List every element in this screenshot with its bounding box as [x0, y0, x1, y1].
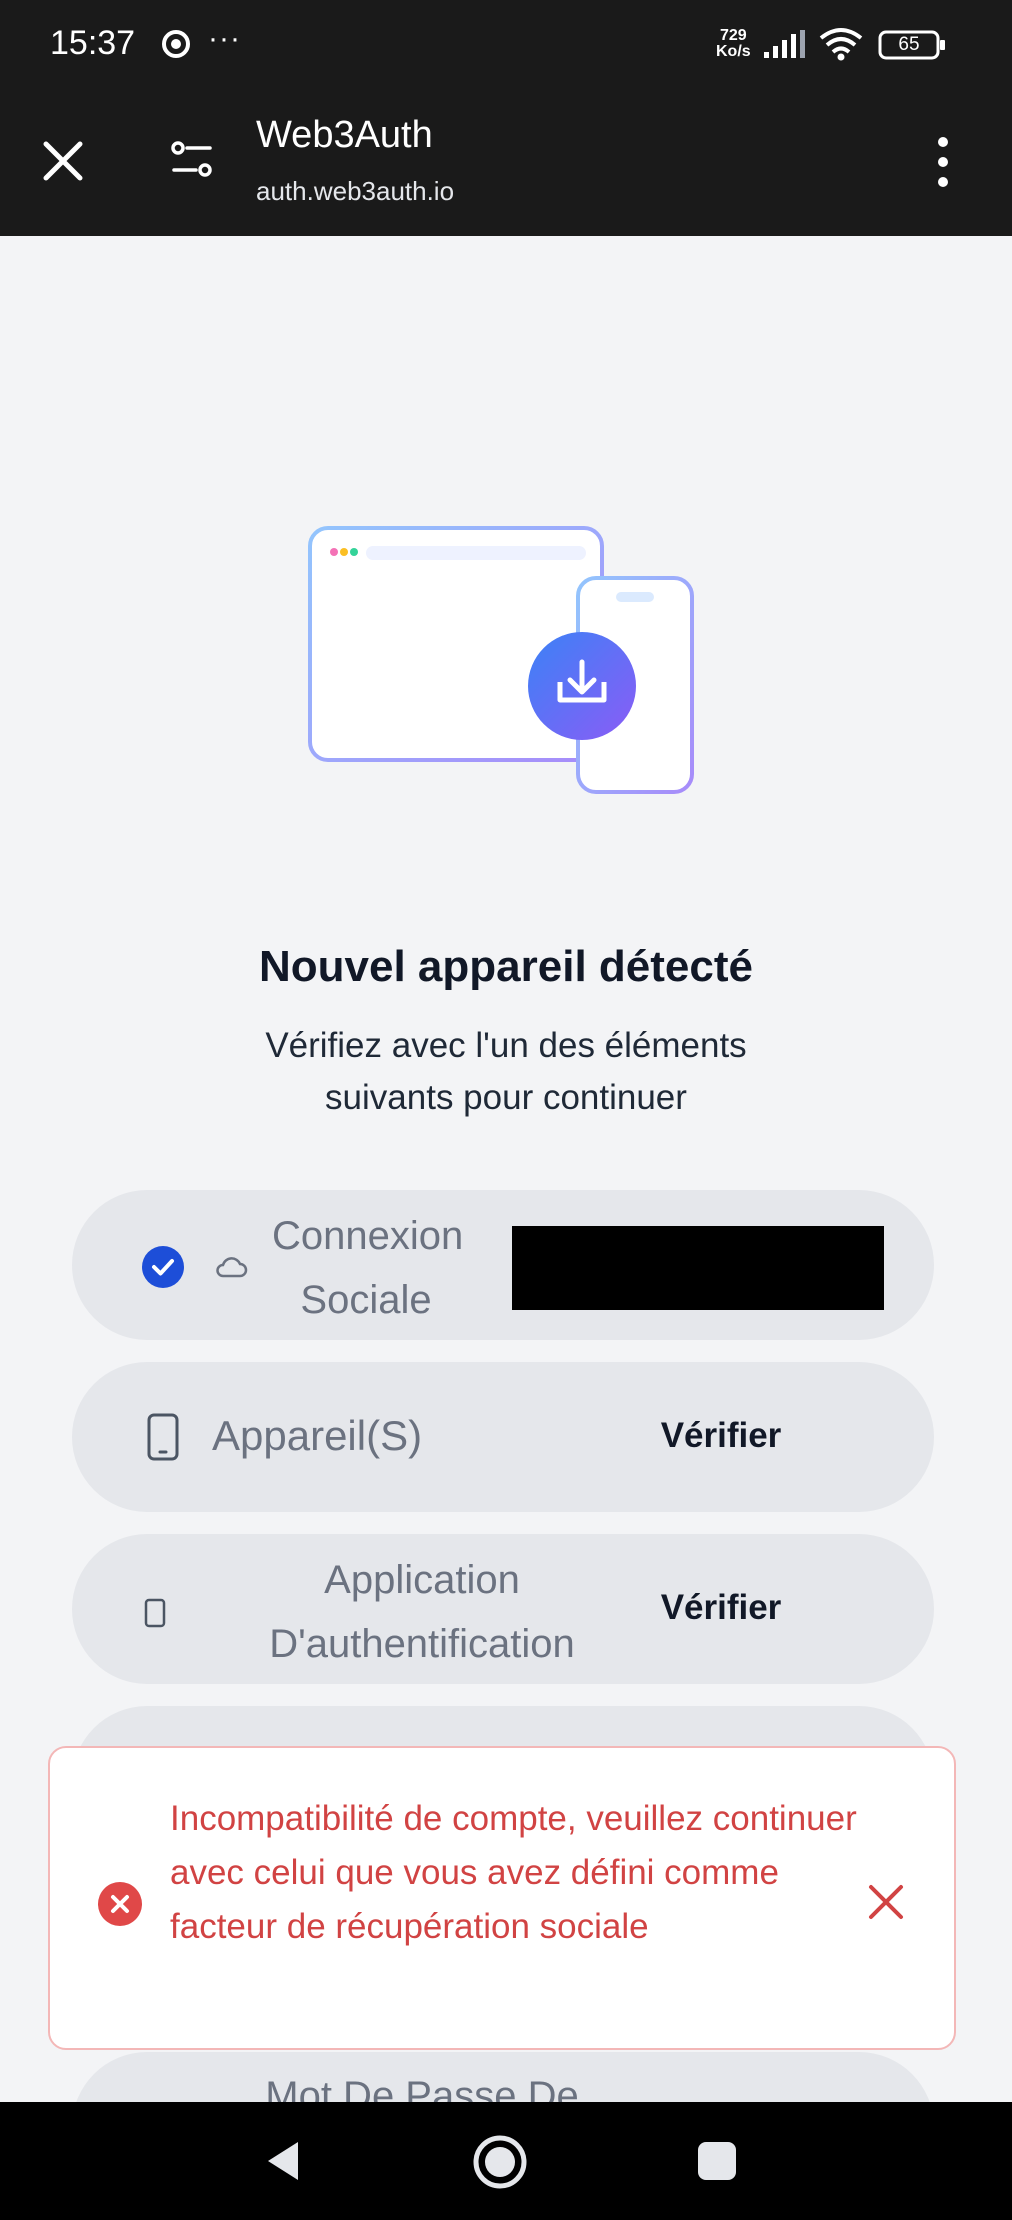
more-options-icon[interactable] — [928, 132, 958, 192]
authenticator-option[interactable]: Application D'authentification Vérifier — [72, 1534, 934, 1684]
password-option[interactable]: Mot De Passe De — [72, 2052, 934, 2102]
heading: Nouvel appareil détecté — [259, 942, 753, 991]
social-login-label-line1: Connexion — [272, 1214, 464, 1258]
social-login-label-line2: Sociale — [300, 1278, 432, 1322]
network-speed-unit: Ko/s — [716, 43, 751, 60]
close-toast-icon[interactable] — [866, 1882, 906, 1922]
verify-device-button[interactable]: Vérifier — [646, 1416, 796, 1456]
status-time: 15:37 — [50, 24, 136, 62]
subheading: Vérifiez avec l'un des éléments suivants… — [265, 1026, 747, 1117]
recent-apps-icon[interactable] — [696, 2140, 738, 2182]
wifi-icon — [819, 28, 863, 61]
error-toast: Incompatibilité de compte, veuillez cont… — [48, 1746, 956, 2050]
authenticator-label: Application D'authentification — [212, 1548, 632, 1676]
redacted-account — [512, 1226, 884, 1310]
cloud-icon — [216, 1257, 248, 1278]
custom-tab-toolbar: Web3Auth auth.web3auth.io — [0, 92, 1012, 236]
page-title: Web3Auth — [256, 114, 433, 156]
new-device-illustration — [308, 526, 694, 794]
chrome-icon — [162, 30, 190, 58]
check-circle-icon — [142, 1246, 184, 1288]
back-icon[interactable] — [258, 2136, 308, 2186]
site-settings-icon[interactable] — [168, 136, 216, 184]
error-icon — [98, 1882, 142, 1926]
status-more-icon: ··· — [208, 22, 241, 55]
home-icon[interactable] — [472, 2134, 528, 2190]
device-option[interactable]: Appareil(S) Vérifier — [72, 1362, 934, 1512]
social-login-option[interactable]: Connexion Sociale — [72, 1190, 934, 1340]
network-speed-value: 729 — [719, 27, 747, 44]
authenticator-label-line1: Application — [324, 1558, 520, 1602]
social-login-label: Connexion Sociale — [272, 1204, 464, 1332]
phone-icon — [147, 1413, 179, 1461]
authenticator-label-line2: D'authentification — [269, 1622, 575, 1666]
status-bar: 15:37 ··· 729 Ko/s 65 — [0, 0, 1012, 92]
signal-icon — [764, 30, 805, 58]
network-speed: 729 Ko/s — [716, 28, 751, 60]
battery-level: 65 — [898, 34, 920, 55]
verify-authenticator-button[interactable]: Vérifier — [646, 1588, 796, 1628]
system-nav-bar — [0, 2102, 1012, 2220]
device-label: Appareil(S) — [212, 1412, 423, 1459]
page-url[interactable]: auth.web3auth.io — [256, 176, 454, 207]
battery-icon: 65 — [878, 30, 948, 60]
error-message: Incompatibilité de compte, veuillez cont… — [170, 1799, 857, 1946]
phone-icon — [144, 1598, 166, 1628]
close-icon[interactable] — [38, 136, 88, 186]
password-label: Mot De Passe De — [265, 2074, 579, 2102]
